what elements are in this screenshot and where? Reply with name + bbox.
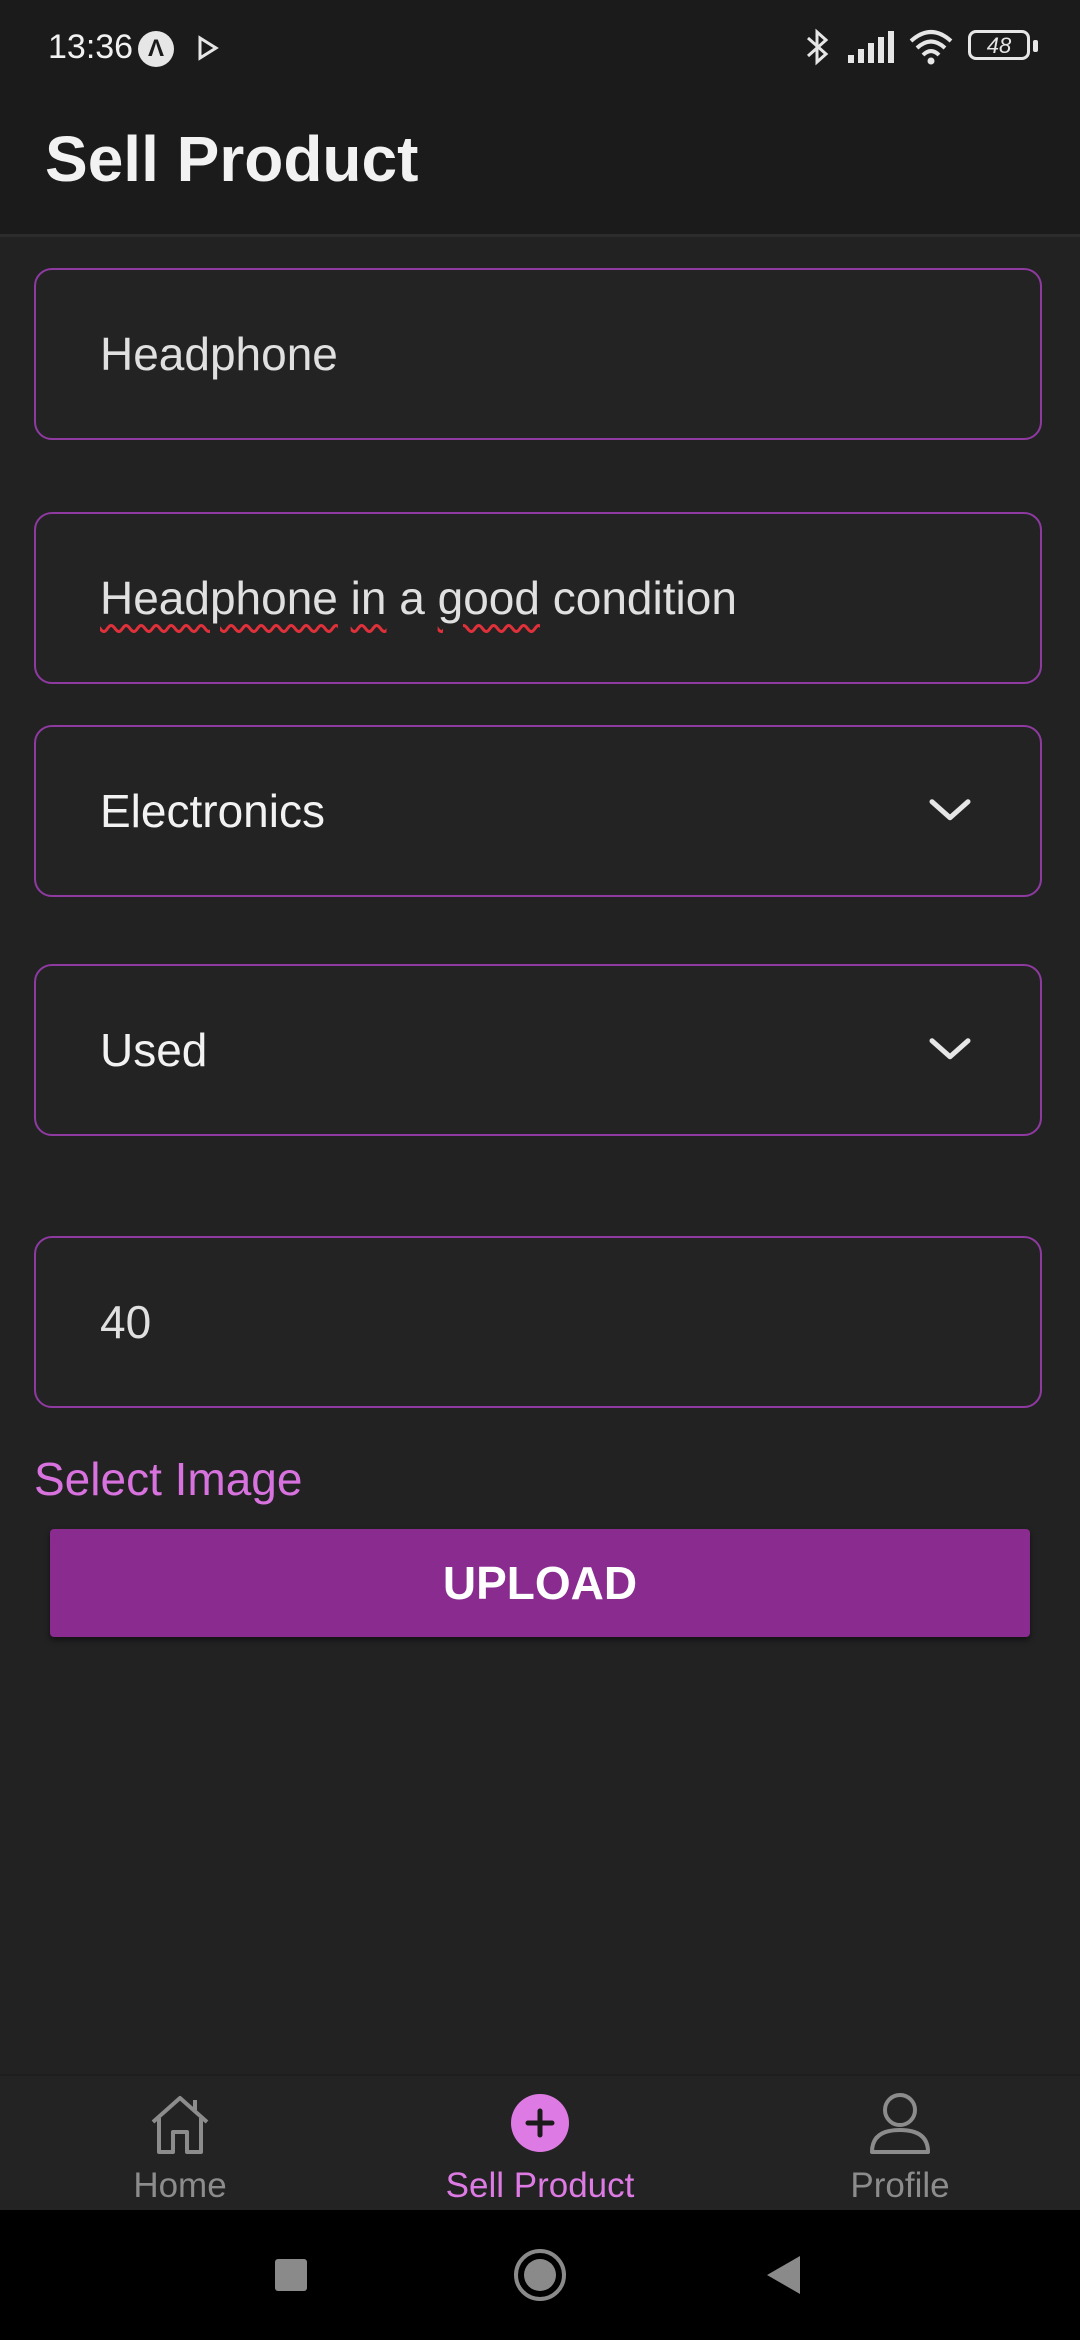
chevron-down-icon bbox=[929, 799, 971, 821]
description-word: Headphone bbox=[100, 572, 338, 624]
system-navigation-bar bbox=[0, 2210, 1080, 2340]
category-dropdown[interactable]: Electronics bbox=[34, 725, 1042, 897]
nav-label-profile: Profile bbox=[850, 2166, 950, 2205]
product-name-value: Headphone bbox=[100, 328, 338, 380]
description-word: a bbox=[399, 572, 425, 624]
condition-value: Used bbox=[100, 1024, 208, 1076]
recents-square-icon[interactable] bbox=[274, 2258, 308, 2292]
price-field[interactable]: 40 bbox=[34, 1236, 1042, 1408]
person-icon bbox=[870, 2093, 930, 2154]
category-value: Electronics bbox=[100, 785, 325, 837]
battery-icon: 48 bbox=[968, 30, 1040, 64]
play-icon bbox=[198, 35, 219, 61]
bluetooth-icon bbox=[807, 28, 829, 66]
app-bar: Sell Product bbox=[0, 100, 1080, 237]
page-title: Sell Product bbox=[45, 123, 419, 195]
battery-level: 48 bbox=[986, 33, 1012, 58]
upload-button[interactable]: UPLOAD bbox=[50, 1529, 1030, 1637]
a-notification-icon: Λ bbox=[138, 31, 174, 67]
description-word: condition bbox=[552, 572, 737, 624]
nav-item-home[interactable]: Home bbox=[0, 2076, 360, 2212]
bottom-nav: Home Sell Product Profile bbox=[0, 2074, 1080, 2212]
status-time: 13:36 bbox=[48, 28, 134, 66]
signal-icon bbox=[848, 31, 894, 63]
select-image-label[interactable]: Select Image bbox=[34, 1452, 302, 1506]
nav-item-profile[interactable]: Profile bbox=[720, 2076, 1080, 2212]
home-circle-icon[interactable] bbox=[513, 2248, 567, 2302]
description-word: good bbox=[437, 572, 540, 624]
wifi-icon bbox=[909, 30, 953, 65]
nav-label-home: Home bbox=[133, 2166, 227, 2205]
home-icon bbox=[151, 2096, 209, 2154]
nav-label-sell-product: Sell Product bbox=[445, 2166, 635, 2205]
chevron-down-icon bbox=[929, 1038, 971, 1060]
product-description-value: Headphone in a good condition bbox=[100, 571, 737, 625]
add-circle-icon bbox=[511, 2094, 569, 2152]
description-word: in bbox=[350, 572, 387, 624]
product-description-field[interactable]: Headphone in a good condition bbox=[34, 512, 1042, 684]
price-value: 40 bbox=[100, 1296, 152, 1348]
nav-item-sell-product[interactable]: Sell Product bbox=[360, 2076, 720, 2212]
condition-dropdown[interactable]: Used bbox=[34, 964, 1042, 1136]
product-name-field[interactable]: Headphone bbox=[34, 268, 1042, 440]
back-triangle-icon[interactable] bbox=[764, 2254, 802, 2296]
status-bar: 13:36 Λ 48 bbox=[0, 0, 1080, 100]
